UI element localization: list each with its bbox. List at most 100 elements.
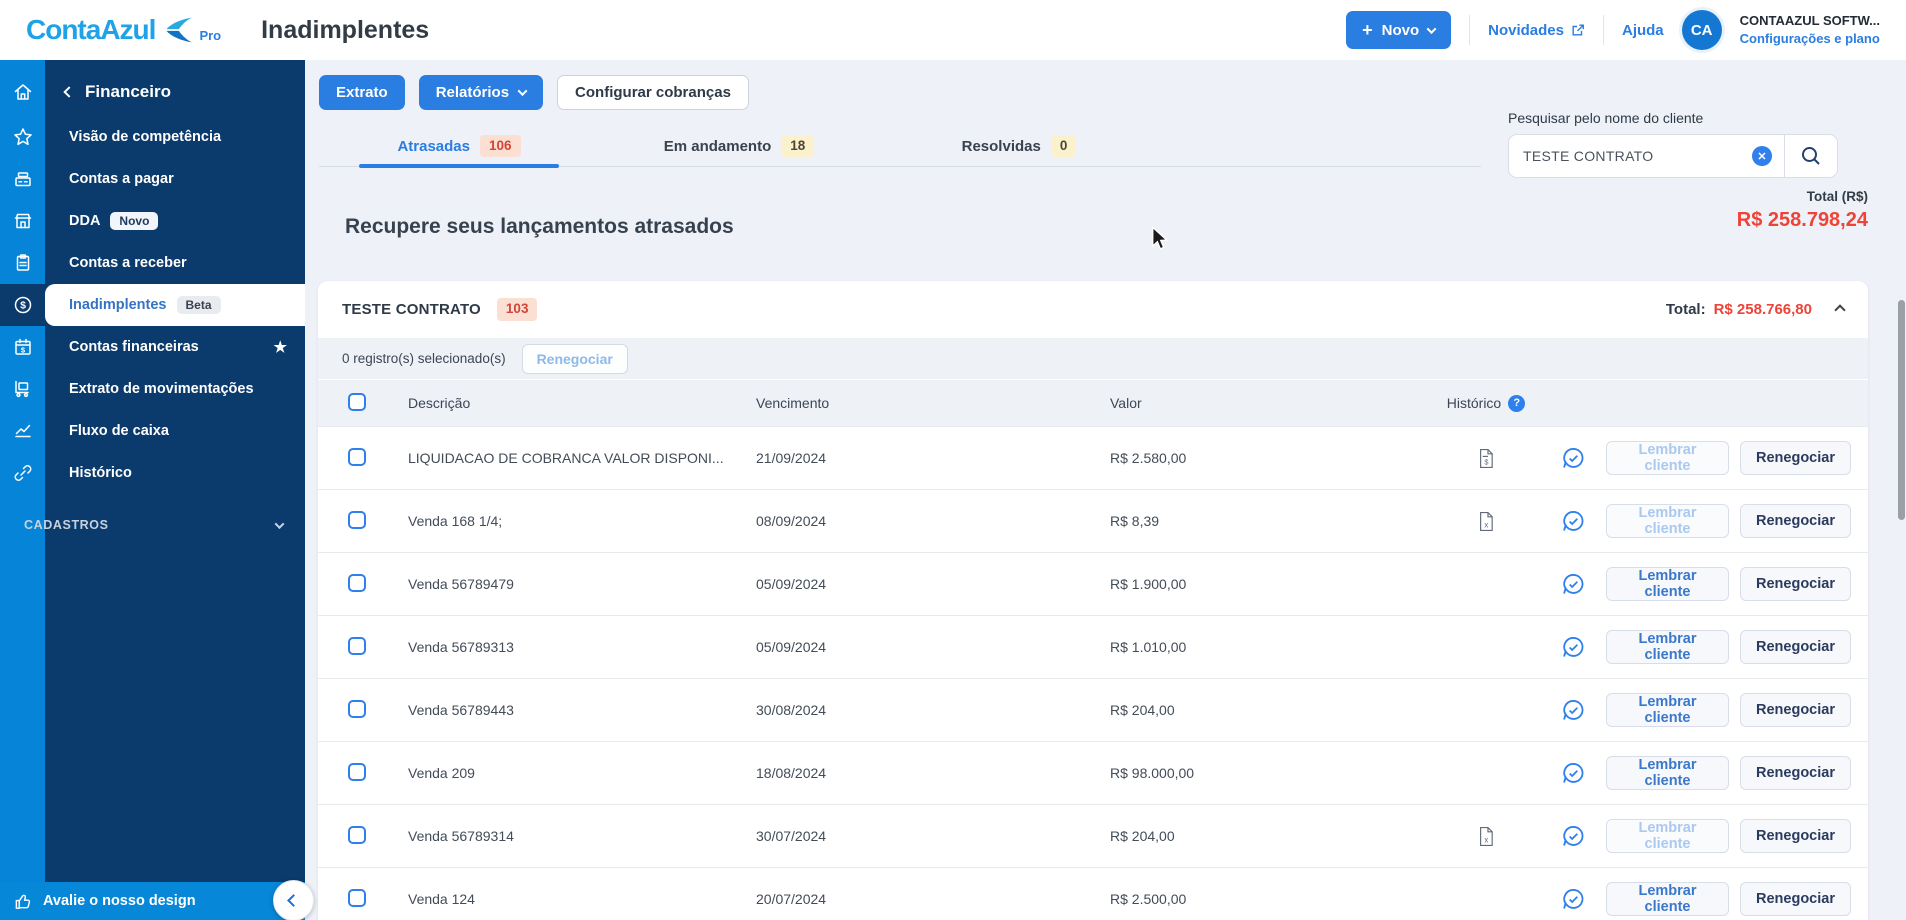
row-checkbox[interactable]	[348, 573, 366, 592]
relatorios-button[interactable]: Relatórios	[418, 75, 544, 110]
row-checkbox[interactable]	[348, 825, 366, 844]
row-value: R$ 2.500,00	[1110, 891, 1187, 907]
doc-dollar-icon[interactable]: $	[1478, 448, 1495, 469]
table-header: Descrição Vencimento Valor Histórico ?	[318, 380, 1868, 426]
tab-atrasadas[interactable]: Atrasadas 106	[319, 126, 599, 168]
doc-x-icon[interactable]: x	[1478, 826, 1495, 847]
sidebar-item-label: Visão de competência	[69, 129, 222, 145]
avatar[interactable]: CA	[1681, 10, 1722, 50]
renegociar-button[interactable]: Renegociar	[1740, 693, 1851, 727]
extrato-button[interactable]: Extrato	[319, 75, 405, 110]
configurar-cobrancas-button[interactable]: Configurar cobranças	[557, 75, 749, 110]
novidades-link[interactable]: Novidades	[1488, 22, 1585, 39]
chat-reminder-icon[interactable]	[1560, 571, 1587, 598]
sidebar-item-contas-a-receber[interactable]: Contas a receber	[0, 242, 305, 284]
renegociar-button[interactable]: Renegociar	[1740, 819, 1851, 853]
row-checkbox[interactable]	[348, 762, 366, 781]
sidebar-item-hist-rico[interactable]: Histórico	[0, 452, 305, 494]
total-label: Total (R$)	[1806, 189, 1868, 204]
row-checkbox[interactable]	[348, 636, 366, 655]
lembrar-cliente-button[interactable]: Lembrar cliente	[1606, 756, 1730, 790]
renegociar-button[interactable]: Renegociar	[1740, 441, 1851, 475]
row-checkbox[interactable]	[348, 447, 366, 466]
lembrar-cliente-button[interactable]: Lembrar cliente	[1606, 441, 1730, 475]
renegociar-button[interactable]: Renegociar	[1740, 630, 1851, 664]
scrollbar-thumb[interactable]	[1898, 300, 1905, 520]
row-due-date: 21/09/2024	[756, 450, 827, 466]
sidebar-item-fluxo-de-caixa[interactable]: Fluxo de caixa	[0, 410, 305, 452]
chat-reminder-icon[interactable]	[1560, 445, 1587, 472]
lembrar-cliente-button[interactable]: Lembrar cliente	[1606, 630, 1730, 664]
row-due-date: 30/08/2024	[756, 702, 827, 718]
settings-plan-link[interactable]: Configurações e plano	[1740, 30, 1880, 48]
calendar-icon: $	[0, 326, 45, 368]
app-window: ContaAzul Pro Inadimplentes + Novo Novid…	[0, 0, 1906, 920]
table-row: Venda 209 18/08/2024 R$ 98.000,00 Lembra…	[318, 741, 1868, 804]
tab-resolvidas[interactable]: Resolvidas 0	[879, 126, 1159, 166]
lembrar-cliente-button[interactable]: Lembrar cliente	[1606, 882, 1730, 916]
renegociar-button[interactable]: Renegociar	[1740, 756, 1851, 790]
collapse-group-icon[interactable]	[1834, 303, 1846, 316]
chat-reminder-icon[interactable]	[1560, 823, 1587, 850]
search-input[interactable]	[1509, 148, 1752, 164]
sidebar-item-cadastros[interactable]: CADASTROS	[0, 508, 305, 542]
sidebar-item-label: Contas a pagar	[69, 171, 174, 187]
external-link-icon	[1572, 24, 1584, 36]
doc-x-icon[interactable]: x	[1478, 511, 1495, 532]
renegociar-button[interactable]: Renegociar	[1740, 504, 1851, 538]
select-all-checkbox[interactable]	[348, 392, 366, 411]
sidebar-collapse-button[interactable]	[273, 880, 314, 920]
chat-reminder-icon[interactable]	[1560, 697, 1587, 724]
sidebar-item-inadimplentes[interactable]: $ Inadimplentes Beta	[0, 284, 305, 326]
novo-button[interactable]: + Novo	[1346, 11, 1452, 49]
row-description: Venda 56789479	[408, 576, 514, 592]
rate-design-label: Avalie o nosso design	[43, 893, 196, 909]
lembrar-cliente-button[interactable]: Lembrar cliente	[1606, 819, 1730, 853]
lembrar-cliente-button[interactable]: Lembrar cliente	[1606, 567, 1730, 601]
row-checkbox[interactable]	[348, 699, 366, 718]
rate-design-bar[interactable]: Avalie o nosso design	[0, 880, 314, 920]
clear-search-icon[interactable]: ✕	[1752, 146, 1772, 166]
sidebar-item-contas-a-pagar[interactable]: Contas a pagar	[0, 158, 305, 200]
cart-icon	[0, 368, 45, 410]
cadastros-label: CADASTROS	[24, 518, 109, 532]
chat-reminder-icon[interactable]	[1560, 634, 1587, 661]
chevron-left-icon	[63, 86, 75, 98]
sidebar-item-badge: Novo	[110, 212, 159, 230]
renegociar-button[interactable]: Renegociar	[1740, 567, 1851, 601]
chat-reminder-icon[interactable]	[1560, 508, 1587, 535]
chevron-down-icon	[517, 86, 528, 97]
ajuda-link[interactable]: Ajuda	[1622, 22, 1664, 39]
toolbar: Extrato Relatórios Configurar cobranças	[305, 60, 1906, 110]
sidebar-item-contas-financeiras[interactable]: $ Contas financeiras ★	[0, 326, 305, 368]
help-icon[interactable]: ?	[1508, 394, 1526, 412]
sidebar-item-badge: Beta	[176, 296, 221, 314]
row-description: Venda 56789443	[408, 702, 514, 718]
row-description: Venda 168 1/4;	[408, 513, 503, 529]
chat-reminder-icon[interactable]	[1560, 886, 1587, 913]
lembrar-cliente-button[interactable]: Lembrar cliente	[1606, 504, 1730, 538]
row-checkbox[interactable]	[348, 510, 366, 529]
table-row: Venda 56789313 05/09/2024 R$ 1.010,00 Le…	[318, 615, 1868, 678]
row-value: R$ 1.900,00	[1110, 576, 1187, 592]
table-row: Venda 56789314 30/07/2024 R$ 204,00 x Le…	[318, 804, 1868, 867]
row-description: Venda 209	[408, 765, 475, 781]
tab-em-andamento[interactable]: Em andamento 18	[599, 126, 879, 166]
row-checkbox[interactable]	[348, 888, 366, 907]
contaazul-logo[interactable]: ContaAzul Pro	[26, 14, 221, 46]
pro-label: Pro	[199, 28, 222, 43]
sidebar-item-financeiro[interactable]: Financeiro	[0, 68, 305, 116]
group-total-label: Total:	[1665, 301, 1706, 318]
sidebar-item-vis-o-de-compet-ncia[interactable]: Visão de competência	[0, 116, 305, 158]
renegociar-button[interactable]: Renegociar	[1740, 882, 1851, 916]
search-label: Pesquisar pelo nome do cliente	[1508, 110, 1704, 126]
table-row: Venda 168 1/4; 08/09/2024 R$ 8,39 x Lemb…	[318, 489, 1868, 552]
bulk-renegociar-button[interactable]: Renegociar	[521, 343, 628, 374]
svg-text:$: $	[20, 345, 25, 354]
chat-reminder-icon[interactable]	[1560, 760, 1587, 787]
clipboard-icon	[0, 242, 45, 284]
sidebar-item-extrato-de-movimenta-es[interactable]: Extrato de movimentações	[0, 368, 305, 410]
lembrar-cliente-button[interactable]: Lembrar cliente	[1606, 693, 1730, 727]
sidebar-item-dda[interactable]: DDA Novo	[0, 200, 305, 242]
search-button[interactable]	[1785, 135, 1837, 177]
